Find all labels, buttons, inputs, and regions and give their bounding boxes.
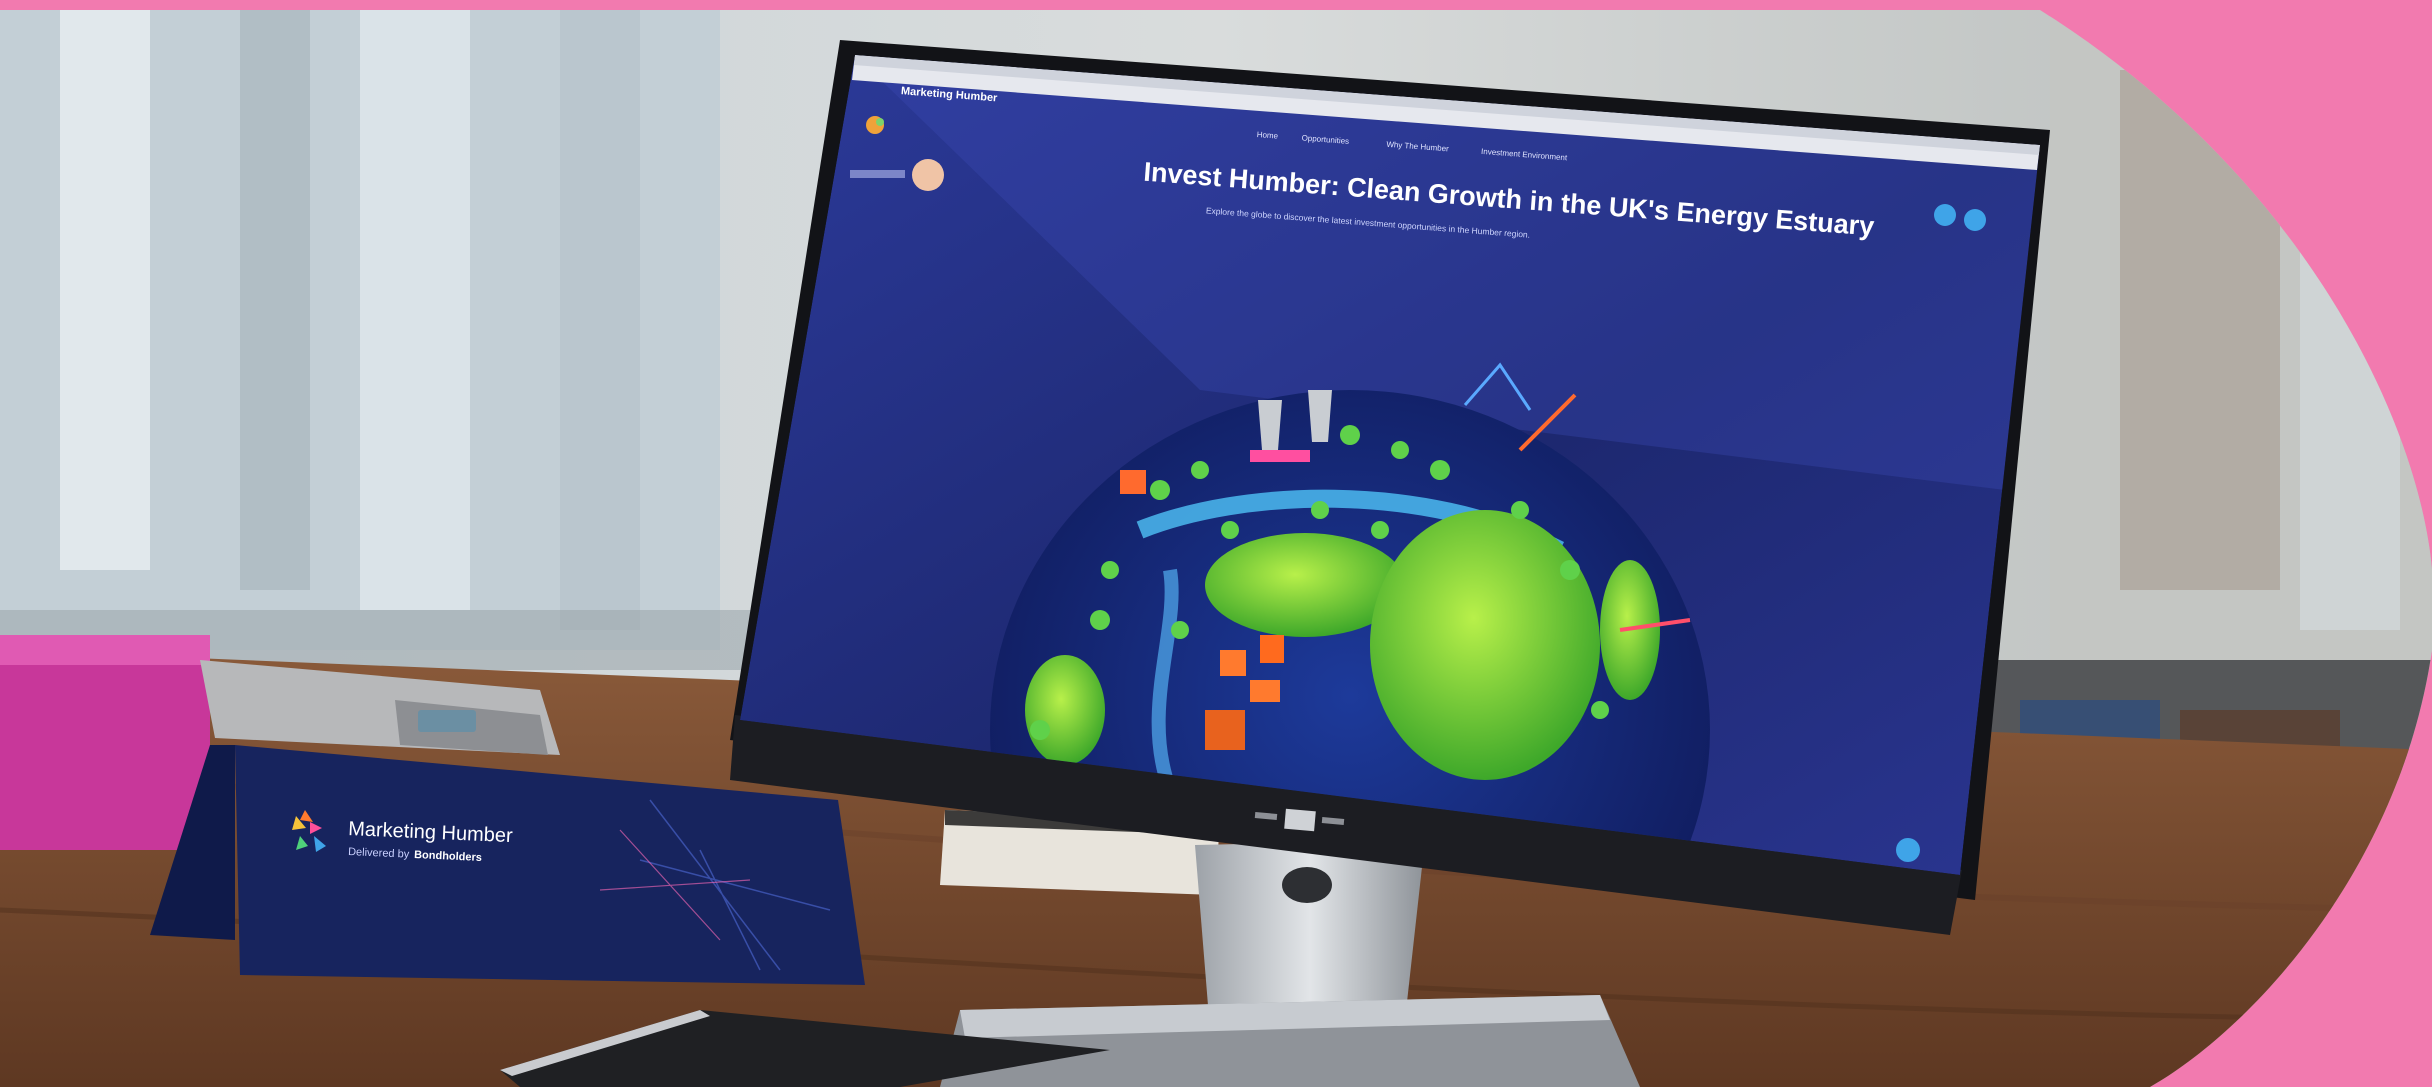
scene: Marketing Humber Home Opportunities Why … (0, 0, 2432, 1087)
nav-item-home[interactable]: Home (1256, 130, 1279, 141)
office-photo: Marketing Humber Home Opportunities Why … (0, 10, 2432, 1087)
